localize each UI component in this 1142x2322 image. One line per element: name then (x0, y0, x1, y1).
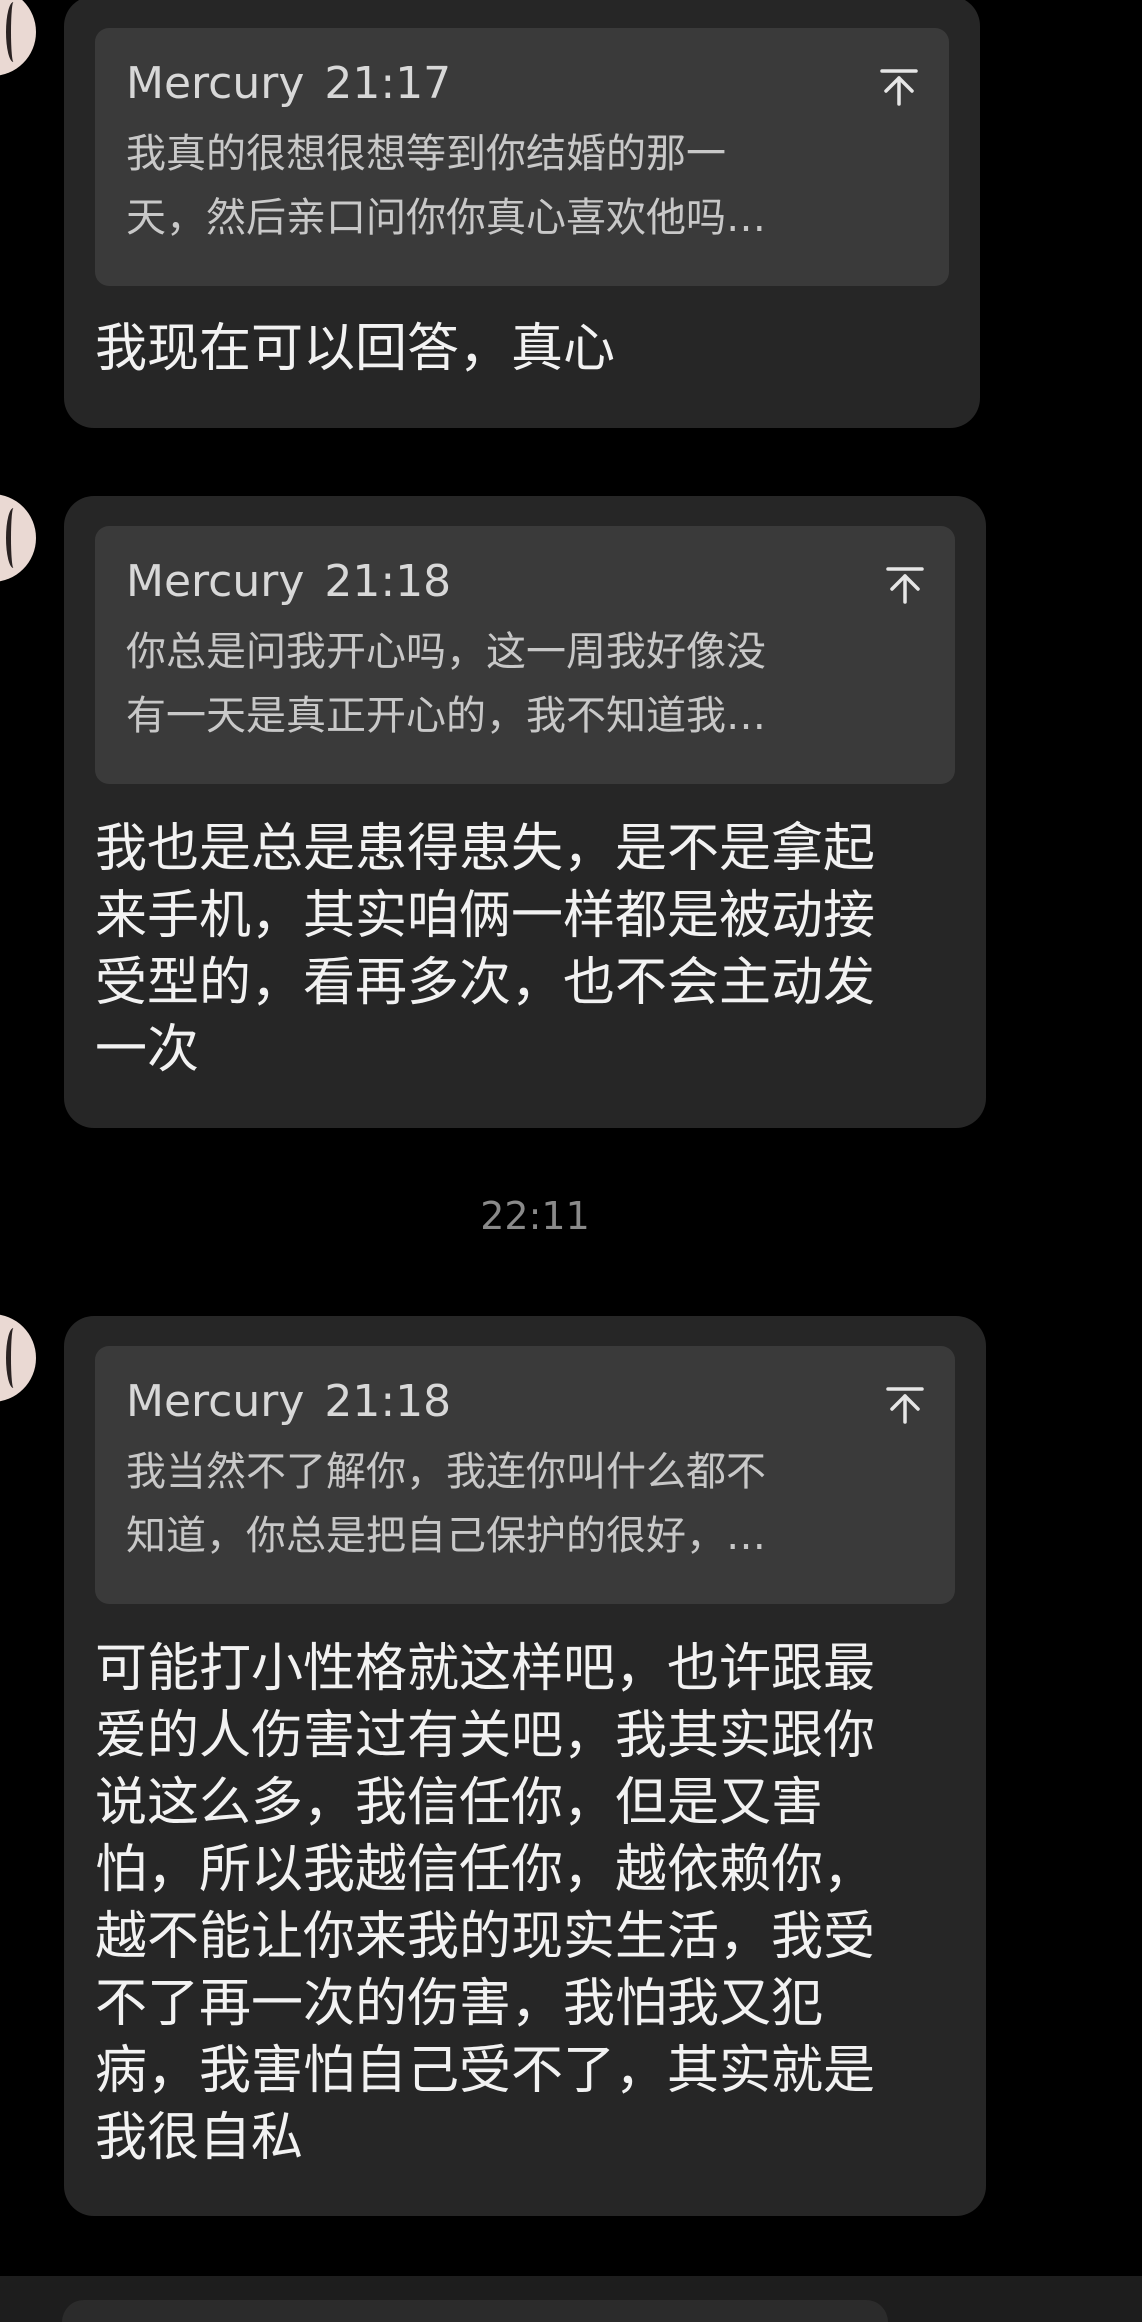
quoted-message[interactable]: Mercury 21:18 我当然不了解你，我连你叫什么都不 知道，你总是把自己… (95, 1346, 955, 1604)
jump-to-top-icon[interactable] (885, 564, 925, 604)
quoted-message[interactable]: Mercury 21:17 我真的很想很想等到你结婚的那一 天，然后亲口问你你真… (95, 28, 949, 286)
quote-sender-name: Mercury (126, 556, 305, 607)
message-bubble[interactable]: Mercury 21:18 你总是问我开心吗，这一周我好像没 有一天是真正开心的… (64, 496, 986, 1128)
quote-text: 我真的很想很想等到你结婚的那一 天，然后亲口问你你真心喜欢他吗… (126, 131, 766, 241)
time-divider: 22:11 (480, 1194, 590, 1238)
jump-to-top-icon[interactable] (885, 1384, 925, 1424)
quote-text: 你总是问我开心吗，这一周我好像没 有一天是真正开心的，我不知道我… (126, 629, 766, 739)
quote-text: 我当然不了解你，我连你叫什么都不 知道，你总是把自己保护的很好，… (126, 1449, 766, 1559)
quote-time: 21:18 (324, 556, 452, 607)
message-text: 可能打小性格就这样吧，也许跟最 爱的人伤害过有关吧，我其实跟你 说这么多，我信任… (95, 1639, 876, 2168)
quote-time: 21:18 (324, 1376, 452, 1427)
input-bar (0, 2276, 1142, 2322)
message-text: 我现在可以回答，真心 (95, 319, 616, 379)
contact-avatar[interactable] (0, 0, 36, 76)
quote-time: 21:17 (324, 58, 452, 109)
quote-header: Mercury 21:18 (126, 1376, 927, 1428)
message-input[interactable] (62, 2300, 888, 2322)
quote-header: Mercury 21:17 (126, 58, 921, 110)
message-text: 我也是总是患得患失，是不是拿起 来手机，其实咱俩一样都是被动接 受型的，看再多次… (95, 819, 876, 1080)
quote-sender-name: Mercury (126, 58, 305, 109)
message-bubble[interactable]: Mercury 21:17 我真的很想很想等到你结婚的那一 天，然后亲口问你你真… (64, 0, 980, 428)
chat-screen: Mercury 21:17 我真的很想很想等到你结婚的那一 天，然后亲口问你你真… (0, 0, 1142, 2322)
contact-avatar[interactable] (0, 494, 36, 582)
quote-sender-name: Mercury (126, 1376, 305, 1427)
jump-to-top-icon[interactable] (879, 66, 919, 106)
contact-avatar[interactable] (0, 1314, 36, 1402)
quote-header: Mercury 21:18 (126, 556, 927, 608)
quoted-message[interactable]: Mercury 21:18 你总是问我开心吗，这一周我好像没 有一天是真正开心的… (95, 526, 955, 784)
message-bubble[interactable]: Mercury 21:18 我当然不了解你，我连你叫什么都不 知道，你总是把自己… (64, 1316, 986, 2216)
